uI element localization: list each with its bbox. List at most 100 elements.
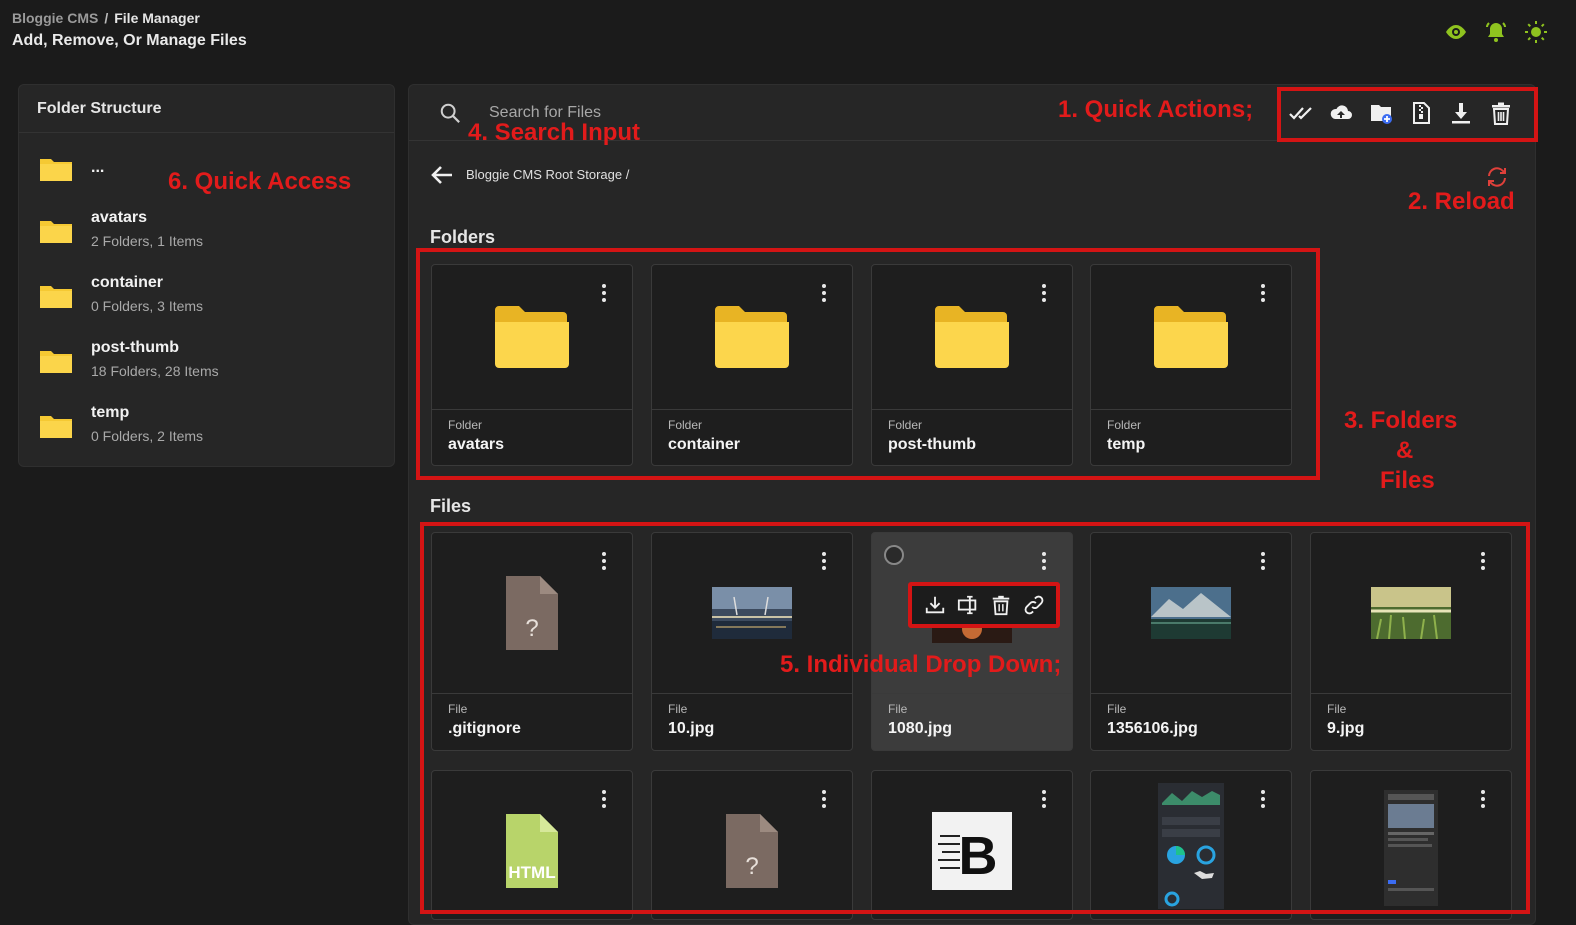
file-actions-dropdown <box>908 582 1060 628</box>
page-header: Bloggie CMS / File Manager Add, Remove, Or… <box>12 10 247 50</box>
current-path: Bloggie CMS Root Storage / <box>466 167 630 182</box>
download-icon[interactable] <box>1447 99 1475 127</box>
file-card[interactable] <box>1090 770 1292 920</box>
more-options-icon[interactable] <box>1255 283 1271 303</box>
eye-icon[interactable] <box>1444 20 1468 44</box>
more-options-icon[interactable] <box>1036 551 1052 571</box>
more-options-icon[interactable] <box>1475 789 1491 809</box>
image-thumbnail <box>1371 587 1451 639</box>
card-footer: File 10.jpg <box>652 693 852 746</box>
unknown-file-icon: ? <box>726 814 778 888</box>
bell-icon[interactable] <box>1484 20 1508 44</box>
sidebar-item-avatars[interactable]: avatars 2 Folders, 1 Items <box>39 209 203 249</box>
image-thumbnail <box>712 587 792 639</box>
item-kind: File <box>668 702 688 716</box>
card-footer: Folder container <box>652 409 852 462</box>
annotation-folders-files-3: Files <box>1380 467 1435 494</box>
annotation-folders-files-2: & <box>1396 437 1414 464</box>
folder-card[interactable]: Folder post-thumb <box>871 264 1073 466</box>
sidebar-item-meta: 0 Folders, 3 Items <box>91 298 204 314</box>
item-name: avatars <box>448 436 505 453</box>
html-file-icon: HTML <box>506 814 558 888</box>
more-options-icon[interactable] <box>1036 789 1052 809</box>
more-options-icon[interactable] <box>816 551 832 571</box>
file-card[interactable]: B <box>871 770 1073 920</box>
sidebar-item-meta: 0 Folders, 2 Items <box>91 428 204 444</box>
delete-icon[interactable] <box>990 594 1012 616</box>
item-name: container <box>668 436 741 453</box>
sidebar-item-parent[interactable]: ... <box>39 155 104 183</box>
download-icon[interactable] <box>924 594 946 616</box>
link-icon[interactable] <box>1023 594 1045 616</box>
sun-icon[interactable] <box>1524 20 1548 44</box>
reload-icon[interactable] <box>1485 165 1509 189</box>
card-footer: Folder avatars <box>432 409 632 462</box>
sidebar-item-meta: 2 Folders, 1 Items <box>91 233 204 249</box>
sidebar-item-post-thumb[interactable]: post-thumb 18 Folders, 28 Items <box>39 339 219 379</box>
folder-icon <box>40 286 72 308</box>
item-kind: File <box>448 702 468 716</box>
sidebar-item-label: container <box>91 274 164 291</box>
card-footer: Folder post-thumb <box>872 409 1072 462</box>
more-options-icon[interactable] <box>596 283 612 303</box>
card-footer: File .gitignore <box>432 693 632 746</box>
unknown-file-glyph: ? <box>745 853 758 880</box>
sidebar-item-label: ... <box>91 159 105 176</box>
sidebar-item-label: post-thumb <box>91 339 179 356</box>
dashboard-screenshot-thumbnail <box>1158 783 1224 909</box>
sidebar-item-temp[interactable]: temp 0 Folders, 2 Items <box>39 404 203 444</box>
top-right-icons <box>1444 20 1548 44</box>
zip-icon[interactable] <box>1407 99 1435 127</box>
breadcrumb: Bloggie CMS / File Manager <box>12 10 247 26</box>
files-heading: Files <box>430 496 472 516</box>
file-card[interactable]: ? File .gitignore <box>431 532 633 751</box>
logo-thumbnail: B <box>932 812 1012 890</box>
more-options-icon[interactable] <box>1255 789 1271 809</box>
more-options-icon[interactable] <box>596 789 612 809</box>
more-options-icon[interactable] <box>816 789 832 809</box>
more-options-icon[interactable] <box>1255 551 1271 571</box>
file-card[interactable]: File 1356106.jpg <box>1090 532 1292 751</box>
annotation-folders-files-1: 3. Folders <box>1344 407 1458 434</box>
more-options-icon[interactable] <box>1475 551 1491 571</box>
folder-icon <box>40 159 72 181</box>
folder-card[interactable]: Folder container <box>651 264 853 466</box>
folder-card[interactable]: Folder avatars <box>431 264 633 466</box>
item-kind: File <box>888 702 908 716</box>
item-name: temp <box>1107 436 1146 453</box>
quick-actions-toolbar <box>1287 99 1515 127</box>
folder-icon <box>495 306 569 368</box>
item-name: 1080.jpg <box>888 720 953 737</box>
file-card[interactable]: File 9.jpg <box>1310 532 1512 751</box>
file-card[interactable]: HTML <box>431 770 633 920</box>
logo-letter: B <box>959 826 998 886</box>
more-options-icon[interactable] <box>596 551 612 571</box>
file-card[interactable]: ? <box>651 770 853 920</box>
breadcrumb-app[interactable]: Bloggie CMS <box>12 10 98 26</box>
upload-icon[interactable] <box>1327 99 1355 127</box>
back-arrow-icon[interactable] <box>431 165 453 185</box>
file-card[interactable]: File 10.jpg <box>651 532 853 751</box>
item-kind: File <box>1107 702 1127 716</box>
file-card[interactable] <box>1310 770 1512 920</box>
folder-icon <box>40 221 72 243</box>
item-kind: Folder <box>1107 418 1142 432</box>
sidebar-item-container[interactable]: container 0 Folders, 3 Items <box>39 274 203 314</box>
annotation-dropdown: 5. Individual Drop Down; <box>780 651 1062 678</box>
folder-icon <box>935 306 1009 368</box>
sidebar-title: Folder Structure <box>19 85 394 133</box>
html-label: HTML <box>508 863 555 882</box>
delete-icon[interactable] <box>1487 99 1515 127</box>
folder-card[interactable]: Folder temp <box>1090 264 1292 466</box>
more-options-icon[interactable] <box>1036 283 1052 303</box>
folder-icon <box>1154 306 1228 368</box>
folder-structure-panel: Folder Structure ... avatars 2 Folders, 1… <box>18 84 395 467</box>
rename-icon[interactable] <box>957 594 979 616</box>
select-all-icon[interactable] <box>1287 99 1315 127</box>
file-card-hovered[interactable]: File 1080.jpg <box>871 532 1073 751</box>
more-options-icon[interactable] <box>816 283 832 303</box>
new-folder-icon[interactable] <box>1367 99 1395 127</box>
annotation-quick-actions: 1. Quick Actions; <box>1058 96 1254 123</box>
card-footer: File 1356106.jpg <box>1091 693 1291 746</box>
page-screenshot-thumbnail <box>1384 790 1438 906</box>
